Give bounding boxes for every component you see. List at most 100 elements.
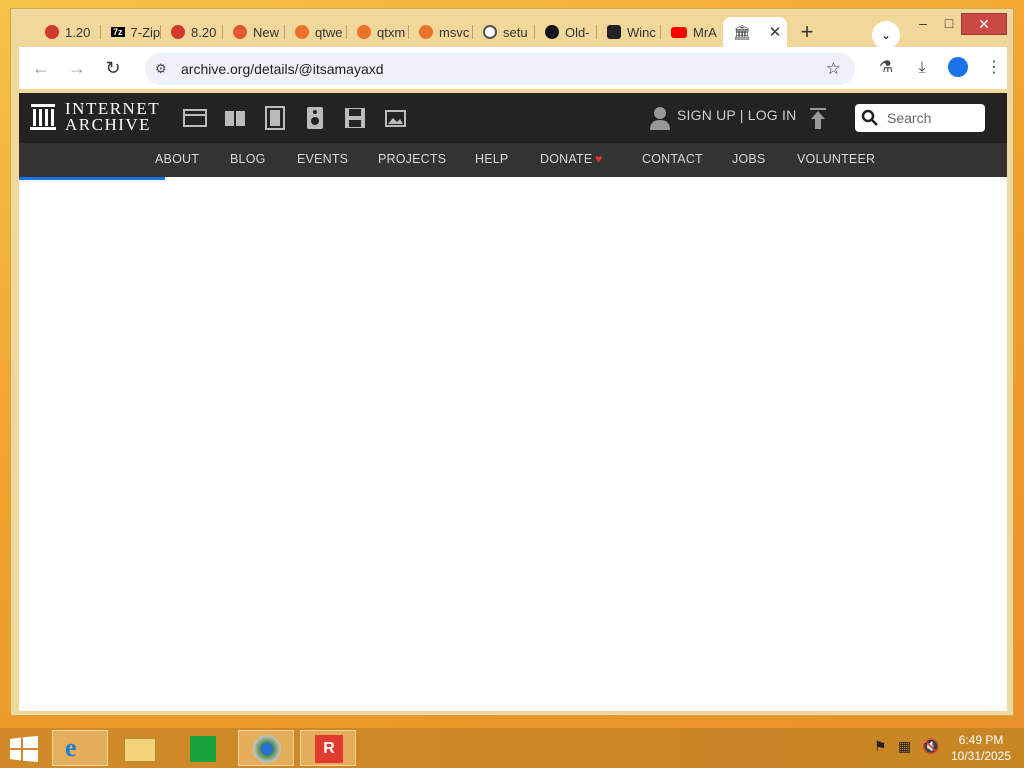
folder-icon bbox=[124, 738, 156, 762]
site-info-icon[interactable]: ⚙ bbox=[155, 61, 171, 77]
internet-archive-icon: 🏛 bbox=[733, 23, 751, 40]
hoarder-icon bbox=[171, 25, 185, 39]
tab-label: setu bbox=[503, 24, 528, 40]
page-loading-bar bbox=[19, 177, 165, 180]
browser-toolbar: ← → ↻ ⚙ archive.org/details/@itsamayaxd … bbox=[19, 47, 1007, 89]
windows-icon bbox=[607, 25, 621, 39]
gear-flower-icon bbox=[295, 25, 309, 39]
tab-7[interactable]: msvc bbox=[409, 17, 473, 47]
network-icon[interactable]: ▦ bbox=[898, 738, 911, 755]
forward-button[interactable]: → bbox=[65, 57, 89, 81]
tab-1[interactable]: 1.20 bbox=[35, 17, 101, 47]
duckduckgo-icon bbox=[233, 25, 247, 39]
tab-label: qtxm bbox=[377, 24, 406, 40]
tab-label: 8.20 bbox=[191, 24, 217, 40]
bookmark-star-icon[interactable]: ☆ bbox=[826, 59, 841, 79]
volume-muted-icon[interactable]: 🔇 bbox=[922, 738, 939, 755]
tab-9[interactable]: Old- bbox=[535, 17, 597, 47]
address-bar[interactable]: ⚙ archive.org/details/@itsamayaxd ☆ bbox=[145, 53, 855, 85]
youtube-icon bbox=[671, 26, 687, 38]
menu-jobs[interactable]: JOBS bbox=[732, 152, 765, 166]
menu-donate[interactable]: DONATE bbox=[540, 152, 592, 166]
taskbar-ie[interactable]: e bbox=[52, 730, 108, 766]
system-clock[interactable]: 6:49 PM 10/31/2025 bbox=[946, 732, 1016, 764]
tab-label: Winc bbox=[627, 24, 656, 40]
web-icon[interactable] bbox=[183, 106, 207, 130]
labs-flask-icon[interactable]: ⚗ bbox=[875, 57, 897, 79]
menu-blog[interactable]: BLOG bbox=[230, 152, 266, 166]
profile-avatar-icon[interactable] bbox=[947, 57, 969, 79]
menu-projects[interactable]: PROJECTS bbox=[378, 152, 446, 166]
tab-2[interactable]: 7z 7-Zip bbox=[101, 17, 161, 47]
more-menu-icon[interactable]: ⋮ bbox=[983, 57, 1005, 79]
ia-nav-menu: ABOUT BLOG EVENTS PROJECTS HELP DONATE ♥… bbox=[19, 143, 1007, 177]
tab-label: 7-Zip bbox=[130, 24, 161, 40]
tab-10[interactable]: Winc bbox=[597, 17, 661, 47]
menu-volunteer[interactable]: VOLUNTEER bbox=[797, 152, 875, 166]
clock-date: 10/31/2025 bbox=[950, 749, 1012, 763]
taskbar-explorer[interactable] bbox=[112, 730, 168, 766]
ia-logo[interactable]: INTERNET ARCHIVE bbox=[29, 100, 160, 134]
tab-label: MrA bbox=[693, 24, 717, 40]
browser-window: 1.20 7z 7-Zip 8.20 New qtwe qtxm msvc se bbox=[10, 8, 1014, 716]
taskbar-store[interactable] bbox=[176, 730, 232, 766]
tab-3[interactable]: 8.20 bbox=[161, 17, 223, 47]
tab-search-button[interactable]: ⌄ bbox=[872, 21, 900, 49]
tab-8[interactable]: setu bbox=[473, 17, 535, 47]
search-placeholder: Search bbox=[887, 110, 932, 126]
taskbar-chrome[interactable] bbox=[238, 730, 294, 766]
github-icon bbox=[545, 25, 559, 39]
ia-search-box[interactable]: Search bbox=[855, 104, 985, 132]
roblox-icon: R bbox=[315, 735, 343, 763]
menu-contact[interactable]: CONTACT bbox=[642, 152, 703, 166]
tab-4[interactable]: New bbox=[223, 17, 285, 47]
menu-about[interactable]: ABOUT bbox=[155, 152, 199, 166]
internet-explorer-icon: e bbox=[65, 733, 77, 762]
start-windows-icon[interactable] bbox=[10, 736, 38, 762]
gear-flower-icon bbox=[419, 25, 433, 39]
software-floppy-icon[interactable] bbox=[343, 106, 367, 130]
hoarder-icon bbox=[45, 25, 59, 39]
tab-strip: 1.20 7z 7-Zip 8.20 New qtwe qtxm msvc se bbox=[11, 9, 1013, 49]
back-button[interactable]: ← bbox=[29, 57, 53, 81]
tab-label: New bbox=[253, 24, 280, 40]
images-icon[interactable] bbox=[383, 106, 407, 130]
tab-label: msvc bbox=[439, 24, 470, 40]
texts-book-icon[interactable] bbox=[223, 106, 247, 130]
heart-icon: ♥ bbox=[595, 152, 603, 166]
tab-11[interactable]: MrA bbox=[661, 17, 721, 47]
tab-label: qtwe bbox=[315, 24, 343, 40]
close-window-button[interactable]: ✕ bbox=[961, 13, 1007, 35]
search-icon bbox=[861, 109, 878, 126]
browser-icon bbox=[253, 735, 281, 763]
store-icon bbox=[190, 736, 216, 762]
new-tab-button[interactable]: + bbox=[793, 19, 821, 47]
menu-events[interactable]: EVENTS bbox=[297, 152, 348, 166]
menu-help[interactable]: HELP bbox=[475, 152, 508, 166]
archive-building-icon bbox=[30, 104, 56, 130]
user-icon[interactable] bbox=[649, 106, 671, 130]
tab-close-icon[interactable]: ✕ bbox=[769, 23, 782, 41]
url-text[interactable]: archive.org/details/@itsamayaxd bbox=[181, 61, 384, 77]
video-film-icon[interactable] bbox=[263, 106, 287, 130]
page-content: INTERNET ARCHIVE SIGN UP | LOG IN Search… bbox=[19, 93, 1007, 711]
7zip-icon: 7z bbox=[111, 27, 125, 37]
signup-login-link[interactable]: SIGN UP | LOG IN bbox=[677, 107, 796, 123]
tab-label: 1.20 bbox=[65, 24, 91, 40]
ia-header: INTERNET ARCHIVE SIGN UP | LOG IN Search bbox=[19, 93, 1007, 143]
globe-icon bbox=[483, 25, 497, 39]
taskbar-roblox[interactable]: R bbox=[300, 730, 356, 766]
clock-time: 6:49 PM bbox=[958, 733, 1004, 747]
tab-12-active[interactable]: 🏛 ✕ bbox=[723, 17, 787, 47]
logo-line-2: ARCHIVE bbox=[65, 115, 152, 134]
action-center-flag-icon[interactable]: ⚑ bbox=[874, 738, 887, 755]
tab-5[interactable]: qtwe bbox=[285, 17, 347, 47]
audio-speaker-icon[interactable] bbox=[303, 106, 327, 130]
tab-label: Old- bbox=[565, 24, 590, 40]
gear-flower-icon bbox=[357, 25, 371, 39]
taskbar: e R ⚑ ▦ 🔇 6:49 PM 10/31/2025 bbox=[0, 728, 1024, 768]
upload-icon[interactable] bbox=[809, 108, 827, 130]
reload-button[interactable]: ↻ bbox=[101, 57, 125, 81]
download-icon[interactable]: ⤓ bbox=[911, 57, 933, 79]
tab-6[interactable]: qtxm bbox=[347, 17, 409, 47]
